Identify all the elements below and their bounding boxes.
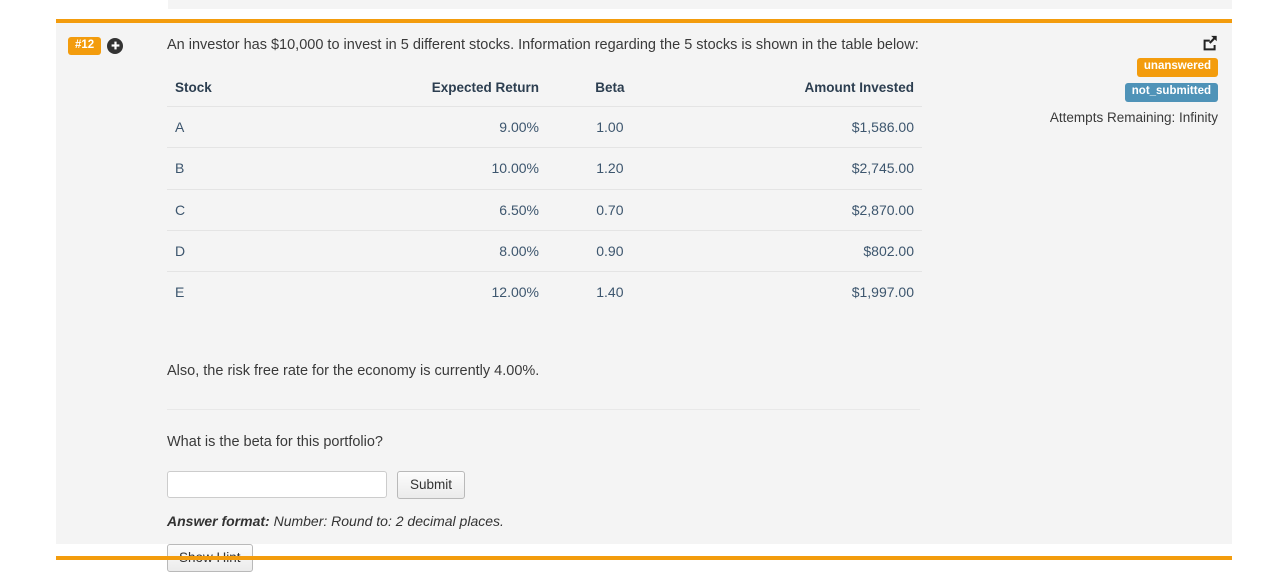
cell-amount-invested: $2,745.00	[672, 147, 922, 190]
plus-circle-icon[interactable]	[107, 37, 124, 54]
attempts-remaining-text: Attempts Remaining: Infinity	[1049, 109, 1218, 125]
question-number-badge[interactable]: #12	[68, 37, 102, 55]
table-row: D 8.00% 0.90 $802.00	[167, 229, 922, 272]
answer-input[interactable]	[167, 470, 387, 498]
question-panel: #12 An investor has $10,000 to invest in…	[56, 19, 1232, 572]
cell-stock: B	[167, 147, 334, 190]
status-badge-answered: unanswered	[1136, 58, 1218, 77]
column-header-beta: Beta	[595, 79, 625, 95]
table-row: A 9.00% 1.00 $1,586.00	[167, 106, 922, 148]
cell-beta: 1.40	[547, 271, 673, 313]
cell-beta: 0.70	[547, 188, 673, 231]
cell-expected-return: 10.00%	[333, 147, 547, 190]
section-divider	[167, 408, 920, 410]
share-external-icon[interactable]	[1202, 35, 1218, 51]
cell-stock: A	[167, 106, 334, 148]
question-status-column: unanswered not_submitted Attempts Remain…	[988, 35, 1218, 127]
table-row: E 12.00% 1.40 $1,997.00	[167, 271, 922, 313]
stocks-table: Stock Expected Return Beta Amount Invest…	[167, 73, 922, 313]
cell-stock: D	[167, 229, 334, 272]
table-header-row: Stock Expected Return Beta Amount Invest…	[167, 73, 922, 107]
answer-format-label: Answer format:	[167, 513, 270, 530]
panel-bottom-accent-bar	[56, 556, 1232, 560]
page-top-strip	[168, 0, 1232, 9]
cell-stock: C	[167, 188, 334, 231]
cell-beta: 1.20	[547, 147, 673, 190]
answer-row: Submit	[167, 470, 922, 500]
table-row: B 10.00% 1.20 $2,745.00	[167, 147, 922, 190]
cell-beta: 1.00	[547, 106, 673, 148]
column-header-amount-invested: Amount Invested	[804, 79, 914, 95]
status-badge-submitted: not_submitted	[1124, 82, 1218, 102]
question-number-group: #12	[68, 37, 124, 55]
cell-amount-invested: $1,997.00	[672, 271, 922, 313]
cell-expected-return: 12.00%	[333, 271, 547, 313]
question-panel-body: #12 An investor has $10,000 to invest in…	[56, 23, 1232, 572]
question-content: An investor has $10,000 to invest in 5 d…	[167, 35, 922, 572]
submitted-status-wrap: not_submitted	[988, 81, 1218, 106]
question-prompt: What is the beta for this portfolio?	[167, 433, 383, 450]
cell-expected-return: 9.00%	[333, 106, 547, 148]
stocks-table-head: Stock Expected Return Beta Amount Invest…	[167, 73, 922, 107]
answered-status-wrap: unanswered	[988, 56, 1218, 81]
cell-amount-invested: $2,870.00	[672, 188, 922, 231]
cell-amount-invested: $1,586.00	[672, 106, 922, 148]
cell-amount-invested: $802.00	[672, 229, 922, 272]
column-header-stock: Stock	[175, 79, 212, 95]
answer-format-value: Number: Round to: 2 decimal places.	[269, 513, 504, 530]
question-intro-text: An investor has $10,000 to invest in 5 d…	[167, 37, 919, 53]
cell-expected-return: 6.50%	[333, 188, 547, 231]
submit-button[interactable]: Submit	[397, 470, 466, 500]
risk-free-rate-note: Also, the risk free rate for the economy…	[167, 363, 540, 380]
cell-beta: 0.90	[547, 229, 673, 272]
stocks-table-body: A 9.00% 1.00 $1,586.00 B 10.00% 1.20 $2,…	[167, 106, 922, 313]
cell-expected-return: 8.00%	[333, 229, 547, 272]
column-header-expected-return: Expected Return	[431, 79, 539, 95]
answer-format-text: Answer format: Number: Round to: 2 decim…	[167, 512, 922, 532]
cell-stock: E	[167, 271, 334, 313]
table-row: C 6.50% 0.70 $2,870.00	[167, 188, 922, 231]
